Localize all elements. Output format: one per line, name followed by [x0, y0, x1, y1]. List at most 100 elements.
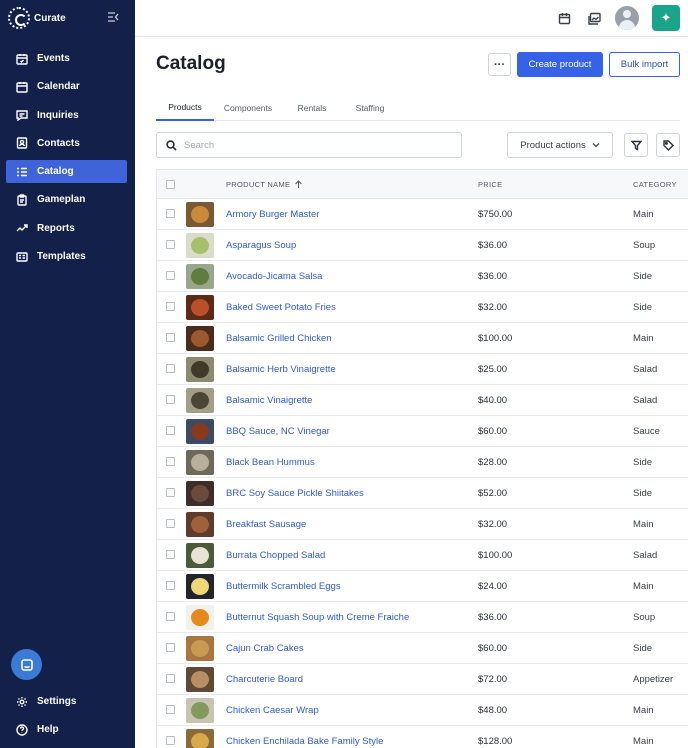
sidebar-item-inquiries[interactable]: Inquiries	[6, 104, 127, 127]
table-row[interactable]: Armory Burger Master $750.00 Main	[157, 199, 688, 230]
product-name-link[interactable]: Butternut Squash Soup with Creme Fraiche	[226, 602, 409, 633]
product-price: $36.00	[478, 271, 508, 282]
row-checkbox[interactable]	[166, 209, 175, 218]
row-checkbox[interactable]	[166, 674, 175, 683]
table-row[interactable]: Balsamic Herb Vinaigrette $25.00 Salad	[157, 354, 688, 385]
row-checkbox[interactable]	[166, 457, 175, 466]
search-field[interactable]	[156, 132, 462, 158]
product-image	[191, 640, 209, 657]
table-row[interactable]: BBQ Sauce, NC Vinegar $60.00 Sauce	[157, 416, 688, 447]
product-name-link[interactable]: Chicken Caesar Wrap	[226, 695, 319, 726]
table-row[interactable]: Balsamic Grilled Chicken $100.00 Main	[157, 323, 688, 354]
table-row[interactable]: Asparagus Soup $36.00 Soup	[157, 230, 688, 261]
table-row[interactable]: Black Bean Hummus $28.00 Side	[157, 447, 688, 478]
product-name-link[interactable]: Black Bean Hummus	[226, 447, 315, 478]
filter-icon	[630, 140, 642, 151]
product-name-link[interactable]: Burrata Chopped Salad	[226, 540, 325, 571]
product-category: Salad	[633, 395, 658, 406]
row-checkbox[interactable]	[166, 705, 175, 714]
sidebar-item-help[interactable]: Help	[6, 718, 127, 741]
product-price: $48.00	[478, 705, 508, 716]
gear-icon	[16, 696, 28, 708]
table-row[interactable]: BRC Soy Sauce Pickle Shiitakes $52.00 Side	[157, 478, 688, 509]
product-name-link[interactable]: Balsamic Grilled Chicken	[226, 323, 332, 354]
more-options-button[interactable]: ···	[488, 53, 511, 76]
logo[interactable]: Curate	[8, 6, 66, 30]
row-checkbox[interactable]	[166, 395, 175, 404]
product-name-link[interactable]: Armory Burger Master	[226, 199, 319, 230]
product-price: $128.00	[478, 736, 513, 747]
column-header-price[interactable]: PRICE	[478, 170, 502, 199]
product-name-link[interactable]: Asparagus Soup	[226, 230, 296, 261]
product-name-link[interactable]: BRC Soy Sauce Pickle Shiitakes	[226, 478, 364, 509]
sidebar-item-templates[interactable]: Templates	[6, 245, 127, 268]
row-checkbox[interactable]	[166, 581, 175, 590]
table-header: PRODUCT NAME PRICE CATEGORY	[157, 170, 688, 199]
column-header-category[interactable]: CATEGORY	[633, 170, 677, 199]
sidebar-item-settings[interactable]: Settings	[6, 690, 127, 713]
search-input[interactable]	[184, 139, 444, 151]
tab-products[interactable]: Products	[156, 94, 214, 121]
sidebar-item-calendar[interactable]: Calendar	[6, 75, 127, 98]
product-name-link[interactable]: Charcuterie Board	[226, 664, 303, 695]
sidebar-item-gameplan[interactable]: Gameplan	[6, 188, 127, 211]
table-row[interactable]: Chicken Enchilada Bake Family Style $128.…	[157, 726, 688, 748]
sidebar-item-catalog[interactable]: Catalog	[6, 160, 127, 184]
product-name-link[interactable]: Baked Sweet Potato Fries	[226, 292, 336, 323]
filter-button[interactable]	[624, 133, 648, 157]
row-checkbox[interactable]	[166, 271, 175, 280]
row-checkbox[interactable]	[166, 519, 175, 528]
product-name-link[interactable]: Balsamic Vinaigrette	[226, 385, 312, 416]
product-name-link[interactable]: Buttermilk Scrambled Eggs	[226, 571, 341, 602]
row-checkbox[interactable]	[166, 302, 175, 311]
product-name-link[interactable]: Balsamic Herb Vinaigrette	[226, 354, 336, 385]
product-name-link[interactable]: Chicken Enchilada Bake Family Style	[226, 726, 383, 748]
row-checkbox[interactable]	[166, 643, 175, 652]
product-name-link[interactable]: Breakfast Sausage	[226, 509, 306, 540]
column-header-name[interactable]: PRODUCT NAME	[226, 170, 303, 199]
row-checkbox[interactable]	[166, 550, 175, 559]
bulk-import-button[interactable]: Bulk import	[609, 52, 680, 77]
product-actions-dropdown[interactable]: Product actions	[507, 132, 613, 158]
avatar[interactable]	[615, 6, 639, 30]
product-image	[191, 733, 209, 748]
chat-support-button[interactable]	[11, 649, 42, 680]
row-checkbox[interactable]	[166, 612, 175, 621]
product-image	[191, 547, 209, 564]
tab-components[interactable]: Components	[218, 94, 278, 121]
table-row[interactable]: Burrata Chopped Salad $100.00 Salad	[157, 540, 688, 571]
row-checkbox[interactable]	[166, 426, 175, 435]
product-name-link[interactable]: Cajun Crab Cakes	[226, 633, 304, 664]
create-product-button[interactable]: Create product	[517, 52, 603, 77]
row-checkbox[interactable]	[166, 333, 175, 342]
product-name-link[interactable]: Avocado-Jicama Salsa	[226, 261, 322, 292]
table-row[interactable]: Balsamic Vinaigrette $40.00 Salad	[157, 385, 688, 416]
tag-button[interactable]	[656, 133, 680, 157]
table-row[interactable]: Cajun Crab Cakes $60.00 Side	[157, 633, 688, 664]
table-row[interactable]: Chicken Caesar Wrap $48.00 Main	[157, 695, 688, 726]
collapse-sidebar-icon[interactable]	[105, 10, 121, 24]
row-checkbox[interactable]	[166, 240, 175, 249]
sidebar-item-contacts[interactable]: Contacts	[6, 132, 127, 155]
sidebar-item-reports[interactable]: Reports	[6, 217, 127, 240]
row-checkbox[interactable]	[166, 736, 175, 745]
select-all-checkbox[interactable]	[166, 180, 175, 189]
calendar-icon[interactable]	[556, 10, 572, 26]
row-checkbox[interactable]	[166, 488, 175, 497]
product-thumbnail	[186, 388, 214, 413]
row-checkbox[interactable]	[166, 364, 175, 373]
table-row[interactable]: Butternut Squash Soup with Creme Fraiche…	[157, 602, 688, 633]
product-name-link[interactable]: BBQ Sauce, NC Vinegar	[226, 416, 330, 447]
table-row[interactable]: Avocado-Jicama Salsa $36.00 Side	[157, 261, 688, 292]
help-icon	[16, 723, 28, 736]
ai-assistant-button[interactable]: ✦	[652, 5, 680, 31]
table-row[interactable]: Breakfast Sausage $32.00 Main	[157, 509, 688, 540]
table-row[interactable]: Charcuterie Board $72.00 Appetizer	[157, 664, 688, 695]
table-row[interactable]: Buttermilk Scrambled Eggs $24.00 Main	[157, 571, 688, 602]
table-row[interactable]: Baked Sweet Potato Fries $32.00 Side	[157, 292, 688, 323]
sidebar-bottom-nav: Settings Help	[6, 690, 127, 746]
gallery-icon[interactable]	[586, 10, 602, 26]
tab-rentals[interactable]: Rentals	[290, 94, 334, 121]
sidebar-item-events[interactable]: Events	[6, 47, 127, 70]
tab-staffing[interactable]: Staffing	[346, 94, 394, 121]
